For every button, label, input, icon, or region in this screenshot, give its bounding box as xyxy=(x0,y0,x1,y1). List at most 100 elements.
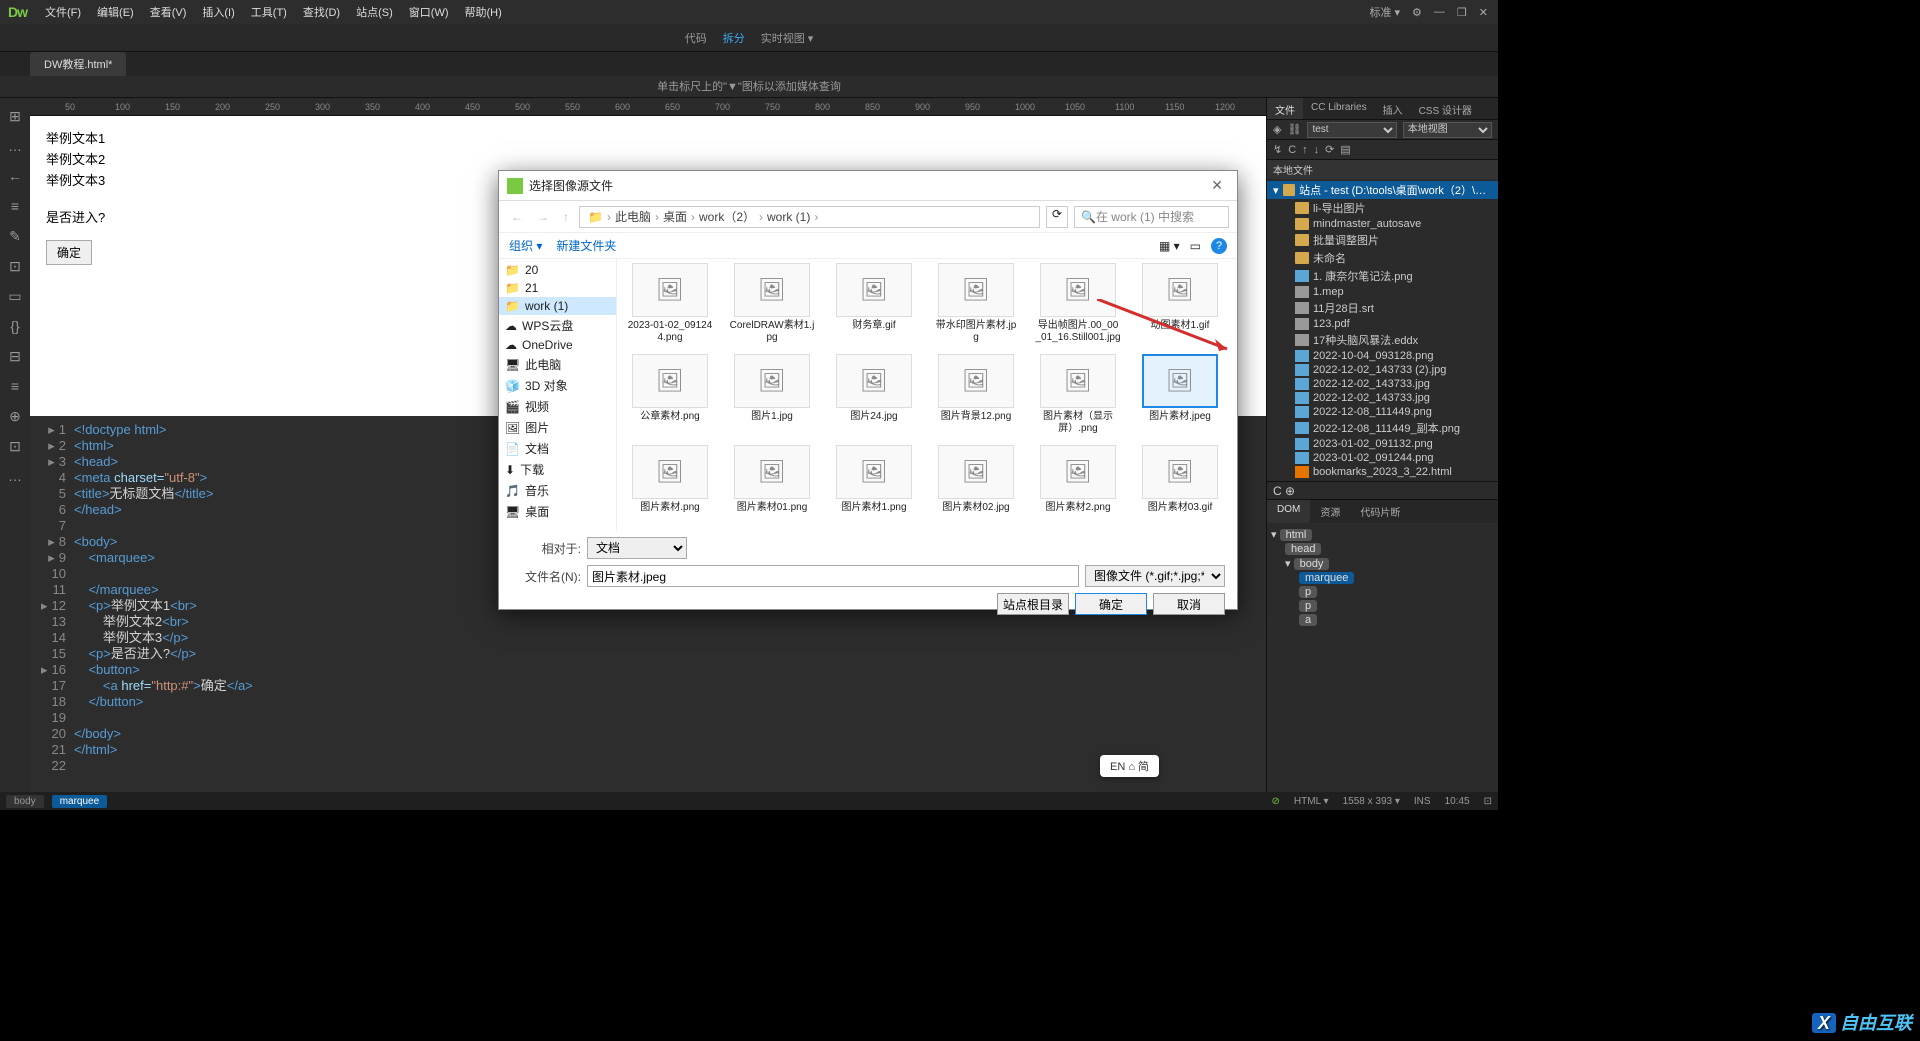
dom-node[interactable]: marquee xyxy=(1271,571,1494,585)
ok-button[interactable]: 确定 xyxy=(1075,593,1147,615)
breadcrumb[interactable]: marquee xyxy=(52,795,107,808)
help-icon[interactable]: ? xyxy=(1211,238,1227,254)
file-row[interactable]: 批量调整图片 xyxy=(1267,231,1498,249)
tool-icon[interactable]: ⊡ xyxy=(7,258,23,274)
minimize-icon[interactable]: — xyxy=(1434,6,1445,18)
file-thumbnail[interactable]: 🖼图片24.jpg xyxy=(831,354,917,435)
tree-row[interactable]: ☁OneDrive xyxy=(499,336,616,354)
close-icon[interactable]: ✕ xyxy=(1205,177,1229,194)
file-thumbnail[interactable]: 🖼CorelDRAW素材1.jpg xyxy=(729,263,815,344)
file-thumbnail[interactable]: 🖼图片素材02.jpg xyxy=(933,445,1019,514)
tool-icon[interactable]: ▭ xyxy=(7,288,23,304)
document-tab[interactable]: DW教程.html* xyxy=(30,52,126,76)
link-icon[interactable]: ⛓ xyxy=(1287,123,1301,136)
file-thumbnail[interactable]: 🖼图片素材03.gif xyxy=(1137,445,1223,514)
file-thumbnail[interactable]: 🖼图片素材1.png xyxy=(831,445,917,514)
dom-node[interactable]: a xyxy=(1271,613,1494,627)
view-code[interactable]: 代码 xyxy=(685,30,707,46)
action-icon[interactable]: ▤ xyxy=(1340,143,1350,156)
maximize-icon[interactable]: ❐ xyxy=(1457,6,1467,19)
zoom-icon[interactable]: ◈ xyxy=(1273,123,1281,136)
preview-pane-icon[interactable]: ▭ xyxy=(1190,239,1201,253)
panel-tab[interactable]: CSS 设计器 xyxy=(1411,98,1480,119)
file-thumbnail[interactable]: 🖼图片素材（显示屏）.png xyxy=(1035,354,1121,435)
tree-row[interactable]: 🧊3D 对象 xyxy=(499,375,616,396)
refresh-icon[interactable]: C xyxy=(1273,484,1282,498)
tree-row[interactable]: 🎵音乐 xyxy=(499,480,616,501)
site-select[interactable]: test xyxy=(1307,122,1396,138)
tree-row[interactable]: 🎬视频 xyxy=(499,396,616,417)
file-row[interactable]: 未命名 xyxy=(1267,249,1498,267)
tree-row[interactable]: 📄文档 xyxy=(499,438,616,459)
file-thumbnail[interactable]: 🖼2023-01-02_091244.png xyxy=(627,263,713,344)
sync-icon[interactable]: ⊕ xyxy=(1285,484,1295,498)
dom-node[interactable]: ▾ body xyxy=(1271,556,1494,571)
filetype-select[interactable]: 图像文件 (*.gif;*.jpg;*.jpeg;*.p xyxy=(1085,565,1225,587)
file-row[interactable]: 2022-12-02_143733 (2).jpg xyxy=(1267,363,1498,377)
view-mode-icon[interactable]: ▦ ▾ xyxy=(1159,239,1180,253)
view-split[interactable]: 拆分 xyxy=(723,30,745,46)
tree-row[interactable]: 📁20 xyxy=(499,261,616,279)
dom-node[interactable]: p xyxy=(1271,599,1494,613)
dom-tab[interactable]: DOM xyxy=(1267,500,1310,523)
status-encoding[interactable]: HTML ▾ xyxy=(1294,796,1329,807)
tree-row[interactable]: 🖥桌面 xyxy=(499,501,616,522)
action-icon[interactable]: ↯ xyxy=(1273,143,1282,156)
cancel-button[interactable]: 取消 xyxy=(1153,593,1225,615)
site-root-row[interactable]: ▾站点 - test (D:\tools\桌面\work（2）\work (..… xyxy=(1267,181,1498,199)
file-row[interactable]: 2022-12-02_143733.jpg xyxy=(1267,391,1498,405)
layout-label[interactable]: 标准 ▾ xyxy=(1369,4,1400,20)
preview-button[interactable]: 确定 xyxy=(46,240,92,265)
menu-item[interactable]: 工具(T) xyxy=(243,0,295,24)
back-icon[interactable]: ← xyxy=(507,210,527,224)
menu-item[interactable]: 文件(F) xyxy=(37,0,89,24)
file-thumbnail[interactable]: 🖼图片背景12.png xyxy=(933,354,1019,435)
tool-icon[interactable]: … xyxy=(7,468,23,484)
file-thumbnail[interactable]: 🖼动图素材1.gif xyxy=(1137,263,1223,344)
panel-tab[interactable]: 文件 xyxy=(1267,98,1303,119)
file-row[interactable]: 2022-12-02_143733.jpg xyxy=(1267,377,1498,391)
action-icon[interactable]: C xyxy=(1288,144,1296,156)
refresh-icon[interactable]: ⟳ xyxy=(1046,206,1068,228)
file-row[interactable]: 1.mep xyxy=(1267,285,1498,299)
file-thumbnail[interactable]: 🖼带水印图片素材.jpg xyxy=(933,263,1019,344)
dom-node[interactable]: p xyxy=(1271,585,1494,599)
action-icon[interactable]: ⟳ xyxy=(1325,143,1334,156)
tree-row[interactable]: 🖥此电脑 xyxy=(499,354,616,375)
panel-tab[interactable]: CC Libraries xyxy=(1303,98,1375,119)
menu-item[interactable]: 查看(V) xyxy=(142,0,195,24)
file-row[interactable]: 1. 康奈尔笔记法.png xyxy=(1267,267,1498,285)
file-row[interactable]: 17种头脑风暴法.eddx xyxy=(1267,331,1498,349)
tree-row[interactable]: ☁WPS云盘 xyxy=(499,315,616,336)
site-root-button[interactable]: 站点根目录 xyxy=(997,593,1069,615)
tool-icon[interactable]: … xyxy=(7,138,23,154)
tree-row[interactable]: 📁21 xyxy=(499,279,616,297)
file-row[interactable]: li-导出图片 xyxy=(1267,199,1498,217)
tree-row[interactable]: ⬇下载 xyxy=(499,459,616,480)
action-icon[interactable]: ↓ xyxy=(1314,144,1320,156)
tool-icon[interactable]: ⊞ xyxy=(7,108,23,124)
tree-row[interactable]: 🖼图片 xyxy=(499,417,616,438)
file-thumbnail[interactable]: 🖼图片素材.jpeg xyxy=(1137,354,1223,435)
action-icon[interactable]: ↑ xyxy=(1302,144,1308,156)
tool-icon[interactable]: ⊟ xyxy=(7,348,23,364)
filename-input[interactable] xyxy=(587,565,1079,587)
organize-button[interactable]: 组织 ▾ xyxy=(509,237,542,254)
menu-item[interactable]: 编辑(E) xyxy=(89,0,142,24)
tool-icon[interactable]: ← xyxy=(7,168,23,184)
up-icon[interactable]: ↑ xyxy=(559,210,573,224)
file-row[interactable]: 2023-01-02_091132.png xyxy=(1267,437,1498,451)
newfolder-button[interactable]: 新建文件夹 xyxy=(556,237,616,254)
file-row[interactable]: 2023-01-02_091244.png xyxy=(1267,451,1498,465)
panel-tab[interactable]: 插入 xyxy=(1375,98,1411,119)
tool-icon[interactable]: ≡ xyxy=(7,378,23,394)
breadcrumb[interactable]: body xyxy=(6,795,44,808)
status-sync-icon[interactable]: ⊡ xyxy=(1484,796,1492,807)
file-thumbnail[interactable]: 🖼图片素材2.png xyxy=(1035,445,1121,514)
file-row[interactable]: 11月28日.srt xyxy=(1267,299,1498,317)
tool-icon[interactable]: {} xyxy=(7,318,23,334)
file-row[interactable]: 2022-12-08_111449.png xyxy=(1267,405,1498,419)
menu-item[interactable]: 窗口(W) xyxy=(401,0,457,24)
tool-icon[interactable]: ⊡ xyxy=(7,438,23,454)
file-thumbnail[interactable]: 🖼公章素材.png xyxy=(627,354,713,435)
